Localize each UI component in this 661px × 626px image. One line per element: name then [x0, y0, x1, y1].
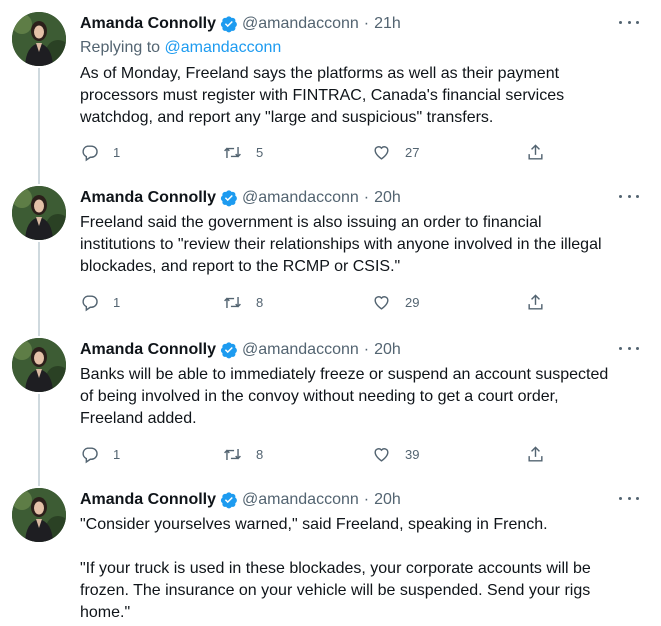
profile-photo-icon: [12, 12, 66, 66]
tweet-text: Freeland said the government is also iss…: [80, 214, 602, 275]
reply-count: 1: [113, 144, 121, 160]
verified-badge-icon: [220, 190, 237, 207]
reply-button[interactable]: 1: [80, 142, 120, 162]
retweet-button[interactable]: 8: [223, 292, 263, 312]
tweet-actions: 1 5 27: [80, 142, 560, 162]
verified-badge-icon: [220, 342, 237, 359]
profile-photo-icon: [12, 488, 66, 542]
profile-photo-icon: [12, 338, 66, 392]
heart-icon: [374, 295, 389, 310]
timestamp[interactable]: 20h: [374, 491, 401, 509]
replying-to: Replying to @amandacconn: [80, 39, 281, 57]
share-icon: [528, 445, 543, 462]
share-icon: [528, 143, 543, 160]
author-handle[interactable]: @amandacconn: [242, 15, 359, 33]
retweet-icon: [224, 146, 241, 158]
separator: ·: [363, 15, 370, 32]
replying-to-label: Replying to: [80, 39, 161, 56]
like-count: 39: [405, 446, 420, 462]
like-count: 27: [405, 144, 420, 160]
author-handle[interactable]: @amandacconn: [242, 341, 359, 359]
tweet[interactable]: Amanda Connolly @amandacconn · 21h Reply…: [0, 12, 661, 172]
reply-button[interactable]: 1: [80, 444, 120, 464]
reply-count: 1: [113, 446, 121, 462]
more-options-icon[interactable]: [619, 14, 639, 30]
reply-button[interactable]: 1: [80, 292, 120, 312]
heart-icon: [374, 447, 389, 462]
tweet-text: As of Monday, Freeland says the platform…: [80, 65, 565, 126]
tweet[interactable]: Amanda Connolly @amandacconn · 20h Banks…: [0, 338, 661, 478]
author-name[interactable]: Amanda Connolly: [80, 341, 216, 359]
retweet-icon: [224, 296, 241, 308]
share-icon: [528, 293, 543, 310]
author-name[interactable]: Amanda Connolly: [80, 491, 216, 509]
more-options-icon[interactable]: [619, 490, 639, 506]
retweet-count: 8: [256, 446, 264, 462]
heart-icon: [374, 145, 389, 160]
share-button[interactable]: [526, 444, 545, 464]
replying-to-handle[interactable]: @amandacconn: [165, 39, 282, 56]
tweet-header: Amanda Connolly @amandacconn · 21h: [80, 14, 401, 34]
retweet-button[interactable]: 8: [223, 444, 263, 464]
retweet-icon: [224, 448, 241, 460]
author-name[interactable]: Amanda Connolly: [80, 15, 216, 33]
tweet-text: "Consider yourselves warned," said Freel…: [80, 516, 591, 621]
share-button[interactable]: [526, 142, 545, 162]
verified-badge-icon: [220, 492, 237, 509]
author-handle[interactable]: @amandacconn: [242, 491, 359, 509]
avatar[interactable]: [12, 488, 66, 542]
retweet-count: 5: [256, 144, 264, 160]
tweet[interactable]: Amanda Connolly @amandacconn · 20h "Cons…: [0, 488, 661, 626]
retweet-count: 8: [256, 294, 264, 310]
avatar[interactable]: [12, 338, 66, 392]
verified-badge-icon: [220, 16, 237, 33]
avatar[interactable]: [12, 186, 66, 240]
timestamp[interactable]: 21h: [374, 15, 401, 33]
tweet[interactable]: Amanda Connolly @amandacconn · 20h Freel…: [0, 186, 661, 326]
timestamp[interactable]: 20h: [374, 341, 401, 359]
reply-icon: [82, 446, 98, 463]
profile-photo-icon: [12, 186, 66, 240]
separator: ·: [363, 189, 370, 206]
tweet-header: Amanda Connolly @amandacconn · 20h: [80, 188, 401, 208]
avatar[interactable]: [12, 12, 66, 66]
tweet-header: Amanda Connolly @amandacconn · 20h: [80, 340, 401, 360]
separator: ·: [363, 341, 370, 358]
more-options-icon[interactable]: [619, 188, 639, 204]
like-count: 29: [405, 294, 420, 310]
timestamp[interactable]: 20h: [374, 189, 401, 207]
tweet-actions: 1 8 29: [80, 292, 560, 312]
author-name[interactable]: Amanda Connolly: [80, 189, 216, 207]
share-button[interactable]: [526, 292, 545, 312]
author-handle[interactable]: @amandacconn: [242, 189, 359, 207]
like-button[interactable]: 39: [372, 444, 419, 464]
reply-icon: [82, 144, 98, 161]
reply-count: 1: [113, 294, 121, 310]
tweet-actions: 1 8 39: [80, 444, 560, 464]
reply-icon: [82, 294, 98, 311]
tweet-header: Amanda Connolly @amandacconn · 20h: [80, 490, 401, 510]
retweet-button[interactable]: 5: [223, 142, 263, 162]
separator: ·: [363, 491, 370, 508]
more-options-icon[interactable]: [619, 340, 639, 356]
like-button[interactable]: 27: [372, 142, 419, 162]
tweet-text: Banks will be able to immediately freeze…: [80, 366, 609, 427]
like-button[interactable]: 29: [372, 292, 419, 312]
